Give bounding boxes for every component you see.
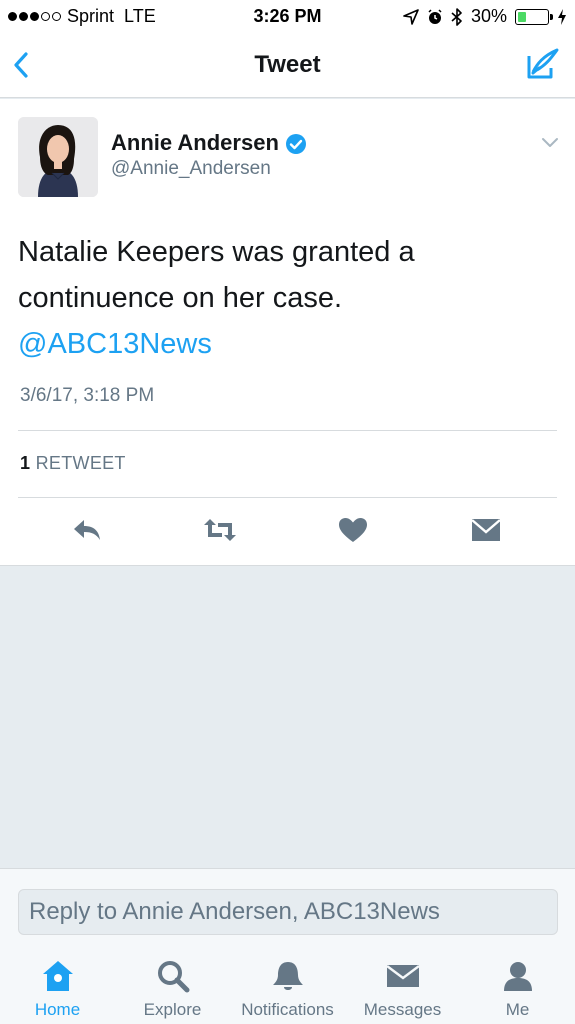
tweet-detail: Annie Andersen @Annie_Andersen Natalie K… — [0, 99, 575, 566]
status-right: 30% — [403, 6, 567, 27]
tab-messages-label: Messages — [363, 1000, 442, 1019]
status-bar: Sprint LTE 3:26 PM 30% — [0, 0, 575, 34]
alarm-clock-icon — [428, 8, 442, 24]
direct-message-icon[interactable] — [469, 515, 503, 545]
tab-bar: Home Explore Notifications Messages Me — [0, 946, 575, 1024]
author-avatar[interactable] — [18, 117, 98, 197]
location-arrow-icon — [403, 8, 419, 25]
author-name-text: Annie Andersen — [111, 130, 279, 155]
divider — [18, 497, 557, 498]
tab-home[interactable]: Home — [0, 958, 115, 1020]
mention-link[interactable]: @ABC13News — [18, 321, 558, 367]
tab-notifications-label: Notifications — [241, 1000, 334, 1019]
tab-messages[interactable]: Messages — [345, 958, 460, 1020]
tab-me[interactable]: Me — [460, 958, 575, 1020]
tweet-actions — [0, 513, 575, 549]
verified-badge-icon — [285, 134, 306, 155]
reply-input[interactable]: Reply to Annie Andersen, ABC13News — [18, 889, 558, 935]
search-icon — [157, 961, 189, 993]
charging-bolt-icon — [558, 8, 566, 25]
tab-explore-label: Explore — [143, 1000, 202, 1019]
retweet-icon[interactable] — [203, 515, 237, 545]
tab-explore[interactable]: Explore — [115, 958, 230, 1020]
compose-tweet-icon[interactable] — [525, 46, 561, 82]
navigation-bar: Tweet — [0, 34, 575, 98]
battery-percent: 30% — [470, 6, 507, 26]
retweet-count-label: RETWEET — [35, 453, 126, 473]
like-icon[interactable] — [336, 515, 370, 545]
retweet-count-number: 1 — [20, 453, 31, 473]
retweet-count[interactable]: 1 RETWEET — [20, 453, 126, 474]
chevron-down-icon[interactable] — [541, 137, 559, 149]
tab-notifications[interactable]: Notifications — [230, 958, 345, 1020]
author-name[interactable]: Annie Andersen — [111, 130, 307, 156]
tab-me-label: Me — [505, 1000, 530, 1019]
tweet-text: Natalie Keepers was granted a continuenc… — [18, 236, 415, 314]
person-icon — [503, 962, 532, 991]
home-icon — [42, 961, 73, 991]
tab-home-label: Home — [34, 1000, 81, 1019]
tweet-body: Natalie Keepers was granted a continuenc… — [18, 229, 558, 367]
page-title: Tweet — [254, 51, 321, 78]
bluetooth-icon — [451, 7, 462, 26]
author-handle[interactable]: @Annie_Andersen — [111, 158, 271, 180]
envelope-icon — [385, 965, 420, 987]
battery-icon — [515, 8, 553, 25]
divider — [18, 430, 557, 431]
reply-bar: Reply to Annie Andersen, ABC13News — [0, 868, 575, 946]
tweet-timestamp: 3/6/17, 3:18 PM — [20, 385, 155, 406]
bell-icon — [272, 962, 303, 990]
reply-icon[interactable] — [70, 515, 104, 545]
